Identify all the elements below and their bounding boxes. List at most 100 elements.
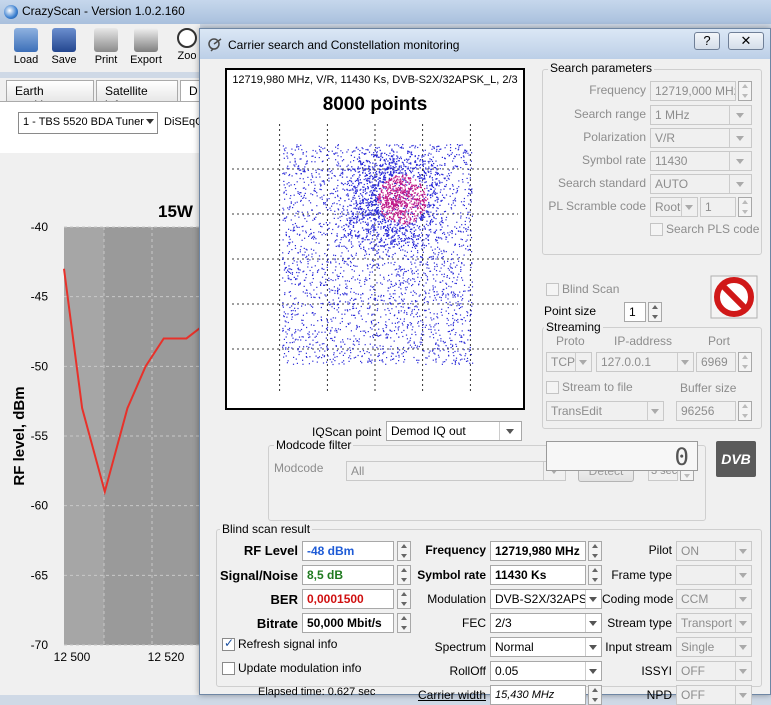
search-frequency-field[interactable]: 12719,000 MHz [650,81,736,101]
help-button[interactable]: ? [694,32,720,50]
iq-point [293,276,295,278]
issyi-select[interactable]: OFF [676,661,752,681]
iq-point [372,172,375,174]
frame-type-select[interactable] [676,565,752,585]
carrier-width-spinner[interactable] [588,685,602,705]
iq-point [411,228,413,230]
iq-point [418,309,420,311]
spectrum-select[interactable]: Normal [490,637,602,657]
save-button[interactable]: Save [44,26,84,70]
tuner-select[interactable]: 1 - TBS 5520 BDA Tuner [18,112,158,134]
proto-select[interactable]: TCP [546,352,592,372]
iq-point [403,177,405,179]
port-field[interactable]: 6969 [696,352,736,372]
iq-point [392,198,394,200]
iq-point [347,257,349,259]
blind-scan-checkbox[interactable] [546,283,559,296]
file-app-select[interactable]: TransEdit [546,401,664,421]
iq-point [290,229,292,231]
symbol-rate-select[interactable]: 11430 [650,151,752,171]
iq-point [373,241,375,243]
export-button[interactable]: Export [126,26,166,70]
input-stream-select[interactable]: Single [676,637,752,657]
iq-point [445,251,447,253]
coding-mode-select[interactable]: CCM [676,589,752,609]
search-frequency-spinner[interactable] [738,81,752,101]
search-standard-select[interactable]: AUTO [650,174,752,194]
iq-point [387,290,389,292]
zoom-button[interactable]: Zoo [172,26,202,70]
iq-point [403,205,406,207]
pl-code-field[interactable]: 1 [700,197,736,217]
iq-point [337,195,339,198]
modulation-select[interactable]: DVB-S2X/32APSK_L [490,589,602,609]
search-pls-checkbox[interactable] [650,223,663,236]
buffer-size-field[interactable]: 96256 [676,401,736,421]
iq-point [415,202,417,204]
pl-code-spinner[interactable] [738,197,752,217]
polarization-select[interactable]: V/R [650,128,752,148]
iq-point [350,189,352,191]
iq-point [367,229,370,232]
tab-satellite-info[interactable]: Satellite info [96,80,178,112]
iq-point [349,309,351,311]
iq-point [283,209,285,211]
export-label: Export [130,54,162,66]
iq-point [371,235,374,237]
update-modulation-checkbox[interactable] [222,662,235,675]
refresh-signal-checkbox[interactable] [222,636,235,651]
frequency-result-spinner[interactable] [588,541,602,561]
carrier-width-label[interactable]: Carrier width [402,688,486,702]
npd-select[interactable]: OFF [676,685,752,705]
iq-point [341,245,343,247]
iq-point [355,189,357,191]
iq-point [328,177,330,179]
iq-point [293,341,295,343]
pl-mode-select[interactable]: Root [650,197,698,217]
iq-point [430,331,432,333]
iq-point [311,253,313,255]
iq-point [347,235,349,237]
iq-point [397,199,399,201]
iq-point [378,196,380,198]
iq-point [403,254,406,256]
iq-point [313,296,315,298]
rolloff-select[interactable]: 0.05 [490,661,602,681]
iq-point [384,233,386,235]
stream-to-file-checkbox[interactable] [546,381,559,394]
print-button[interactable]: Print [86,26,126,70]
iq-point [453,355,455,357]
port-spinner[interactable] [738,352,752,372]
stop-button[interactable] [710,275,758,319]
iq-point [407,193,409,195]
load-button[interactable]: Load [6,26,46,70]
fec-select[interactable]: 2/3 [490,613,602,633]
iq-point [432,287,434,289]
iq-point [373,286,375,288]
iq-point [447,267,449,270]
stream-type-select[interactable]: Transport [676,613,752,633]
point-size-spinner[interactable] [648,302,662,322]
symbol-rate-result-spinner[interactable] [588,565,602,585]
iq-point [395,362,397,365]
pilot-select[interactable]: ON [676,541,752,561]
ip-select[interactable]: 127.0.0.1 [596,352,694,372]
iq-point [463,160,465,162]
search-range-select[interactable]: 1 MHz [650,105,752,125]
buffer-size-spinner[interactable] [738,401,752,421]
y-axis-label: RF level, dBm [11,386,28,485]
iq-point [385,203,387,205]
iqscan-select[interactable]: Demod IQ out [386,421,522,441]
iq-point [404,188,406,190]
iq-point [366,239,369,241]
close-button[interactable]: ✕ [728,32,764,50]
modcode-select[interactable]: All [346,461,566,481]
iq-point [390,212,393,214]
tab-earth-position[interactable]: Earth position [6,80,94,112]
iq-point [420,203,422,205]
iq-point [302,324,305,326]
iq-point [434,353,436,355]
point-size-field[interactable]: 1 [624,302,646,322]
iq-point [312,306,314,308]
y-tick-label: -40 [31,220,49,234]
